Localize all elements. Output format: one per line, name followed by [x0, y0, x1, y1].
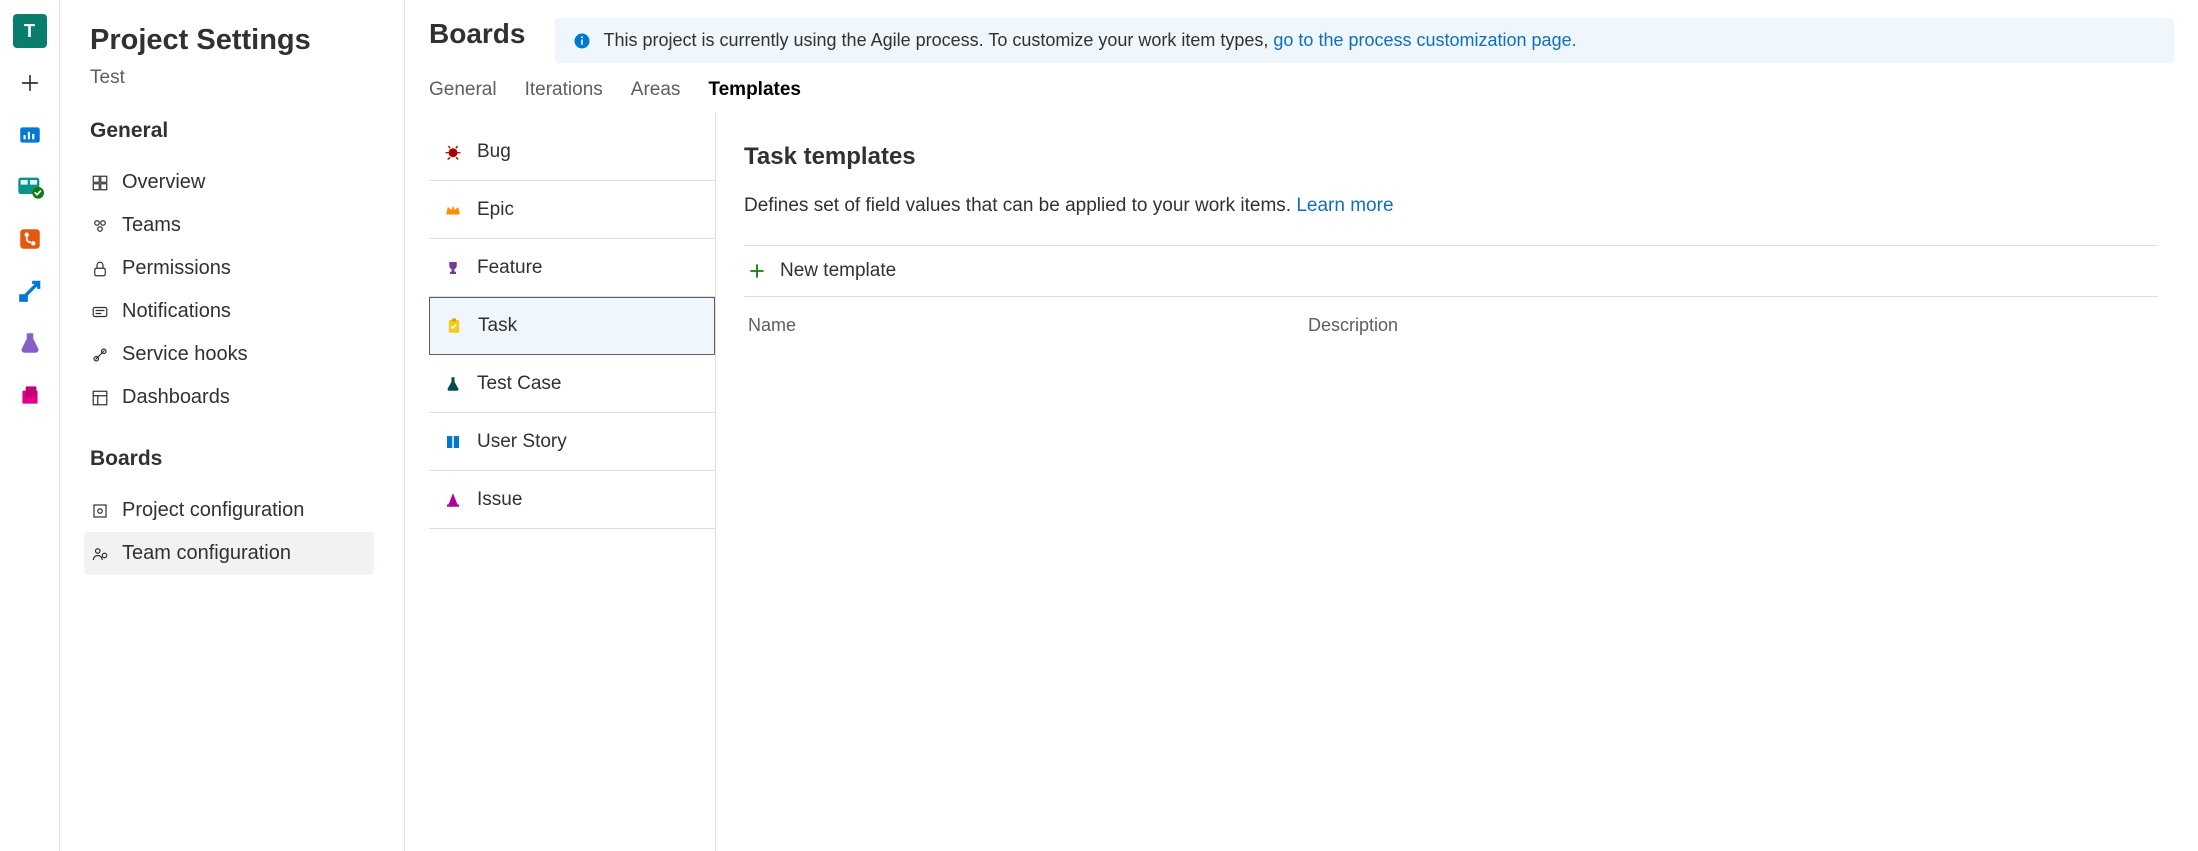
summary-icon[interactable] — [13, 118, 47, 152]
crown-icon — [443, 200, 463, 220]
dashboards-icon — [90, 388, 110, 408]
wit-label: Bug — [477, 141, 511, 163]
wit-label: Task — [478, 315, 517, 337]
work-item-type-list: Bug Epic Feature Task Test Case — [405, 113, 715, 851]
settings-sidebar: Project Settings Test General Overview T… — [60, 0, 405, 851]
icon-rail: T — [0, 0, 60, 851]
notifications-icon — [90, 302, 110, 322]
test-plans-icon[interactable] — [13, 326, 47, 360]
new-template-button[interactable]: New template — [744, 245, 2158, 297]
wit-test-case[interactable]: Test Case — [429, 355, 715, 413]
sidebar-item-overview[interactable]: Overview — [84, 161, 374, 204]
repos-icon[interactable] — [13, 222, 47, 256]
wit-label: Epic — [477, 199, 514, 221]
tab-areas[interactable]: Areas — [631, 79, 681, 113]
sidebar-item-service-hooks[interactable]: Service hooks — [84, 333, 374, 376]
sidebar-item-label: Permissions — [122, 257, 231, 280]
sidebar-item-team-config[interactable]: Team configuration — [84, 532, 374, 575]
sidebar-item-dashboards[interactable]: Dashboards — [84, 376, 374, 419]
sidebar-item-label: Teams — [122, 214, 181, 237]
info-icon — [573, 32, 591, 50]
group-general: General — [90, 119, 374, 143]
wit-label: Test Case — [477, 373, 561, 395]
page-title: Project Settings — [90, 24, 374, 57]
boards-title: Boards — [429, 18, 525, 50]
flask-icon — [443, 374, 463, 394]
wit-task[interactable]: Task — [429, 297, 715, 355]
process-customization-link[interactable]: go to the process customization page. — [1273, 30, 1576, 50]
boards-icon[interactable] — [13, 170, 47, 204]
main-content: Boards This project is currently using t… — [405, 0, 2198, 851]
sidebar-item-notifications[interactable]: Notifications — [84, 290, 374, 333]
info-banner: This project is currently using the Agil… — [555, 18, 2174, 63]
overview-icon — [90, 173, 110, 193]
plus-icon — [748, 262, 766, 280]
sidebar-item-label: Service hooks — [122, 343, 248, 366]
wit-label: User Story — [477, 431, 567, 453]
templates-title: Task templates — [744, 143, 2158, 171]
book-icon — [443, 432, 463, 452]
sidebar-item-permissions[interactable]: Permissions — [84, 247, 374, 290]
templates-table-header: Name Description — [744, 297, 2158, 336]
trophy-icon — [443, 258, 463, 278]
sidebar-item-label: Overview — [122, 171, 205, 194]
sidebar-item-label: Dashboards — [122, 386, 230, 409]
pipelines-icon[interactable] — [13, 274, 47, 308]
wit-epic[interactable]: Epic — [429, 181, 715, 239]
wit-feature[interactable]: Feature — [429, 239, 715, 297]
sidebar-item-label: Notifications — [122, 300, 231, 323]
project-avatar[interactable]: T — [13, 14, 47, 48]
wit-label: Issue — [477, 489, 522, 511]
wit-user-story[interactable]: User Story — [429, 413, 715, 471]
templates-description: Defines set of field values that can be … — [744, 195, 2158, 217]
sidebar-item-project-config[interactable]: Project configuration — [84, 489, 374, 532]
new-template-label: New template — [780, 260, 896, 282]
wit-label: Feature — [477, 257, 542, 279]
wit-issue[interactable]: Issue — [429, 471, 715, 529]
templates-pane: Task templates Defines set of field valu… — [715, 113, 2198, 851]
learn-more-link[interactable]: Learn more — [1296, 195, 1393, 216]
teams-icon — [90, 216, 110, 236]
config-icon — [90, 501, 110, 521]
team-config-icon — [90, 544, 110, 564]
col-name: Name — [748, 315, 1308, 336]
add-icon[interactable] — [13, 66, 47, 100]
sidebar-item-label: Team configuration — [122, 542, 291, 565]
col-description: Description — [1308, 315, 2154, 336]
tab-iterations[interactable]: Iterations — [525, 79, 603, 113]
clipboard-icon — [444, 316, 464, 336]
group-boards: Boards — [90, 447, 374, 471]
artifacts-icon[interactable] — [13, 378, 47, 412]
tab-templates[interactable]: Templates — [708, 79, 801, 113]
lock-icon — [90, 259, 110, 279]
project-name[interactable]: Test — [90, 67, 374, 89]
cone-icon — [443, 490, 463, 510]
bug-icon — [443, 142, 463, 162]
hooks-icon — [90, 345, 110, 365]
banner-text: This project is currently using the Agil… — [603, 30, 1576, 51]
wit-bug[interactable]: Bug — [429, 123, 715, 181]
tab-general[interactable]: General — [429, 79, 497, 113]
tabs: General Iterations Areas Templates — [405, 63, 2198, 113]
sidebar-item-teams[interactable]: Teams — [84, 204, 374, 247]
sidebar-item-label: Project configuration — [122, 499, 304, 522]
